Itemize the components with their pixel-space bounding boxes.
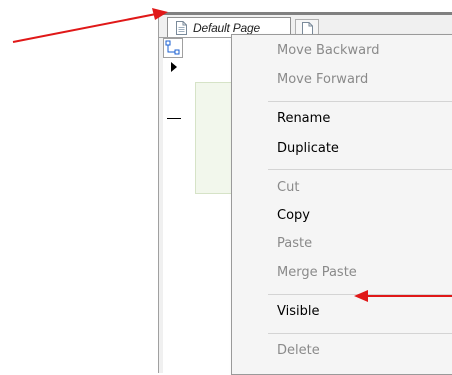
ruler-marker-icon[interactable] [171,62,177,72]
annotation-arrow-tab [12,8,168,43]
menu-item-merge-paste[interactable]: Merge Paste [277,265,357,281]
menu-item-paste[interactable]: Paste [277,236,312,252]
menu-separator [268,294,452,295]
ruler-origin-icon[interactable] [163,38,183,58]
page-tab-label: Default Page [193,20,260,35]
vertical-ruler [163,58,188,373]
menu-item-visible[interactable]: Visible [277,304,319,320]
menu-item-cut[interactable]: Cut [277,180,299,196]
ruler-guide-mark [167,118,181,119]
menu-item-move-forward[interactable]: Move Forward [277,72,368,88]
menu-separator [268,169,452,170]
page-icon [176,20,187,35]
menu-item-move-backward[interactable]: Move Backward [277,43,380,59]
menu-separator [268,333,452,334]
menu-item-rename[interactable]: Rename [277,111,330,127]
menu-item-copy[interactable]: Copy [277,208,310,224]
menu-separator [268,101,452,102]
menu-item-delete[interactable]: Delete [277,343,320,359]
page-tab-context-menu: Move Backward Move Forward Rename Duplic… [231,34,452,375]
menu-item-duplicate[interactable]: Duplicate [277,141,339,157]
